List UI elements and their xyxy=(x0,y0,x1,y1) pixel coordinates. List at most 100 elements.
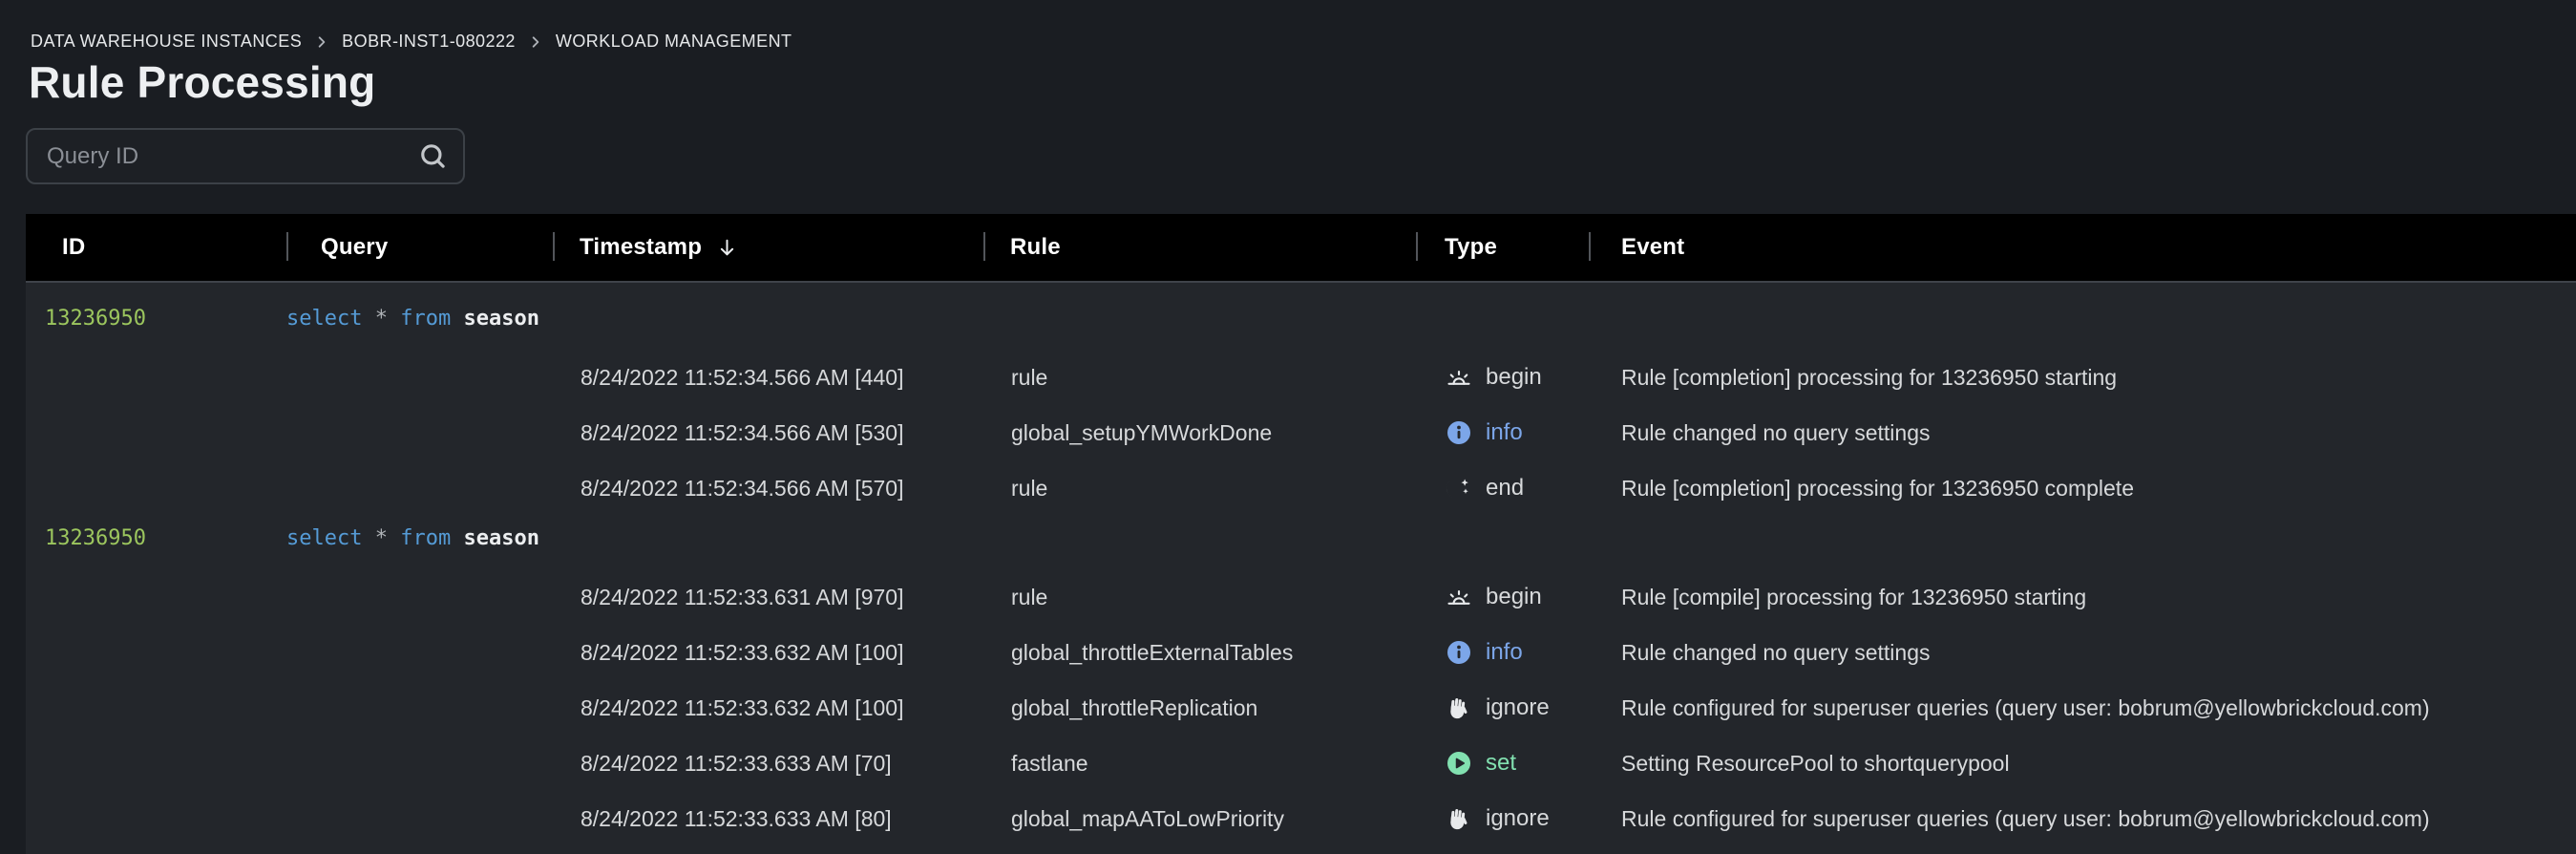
timestamp-text: 8/24/2022 11:52:33.631 AM [970] xyxy=(581,585,903,609)
event-row: 8/24/2022 11:52:34.566 AM [570] rule end… xyxy=(26,460,2576,516)
rule-text: rule xyxy=(1011,585,1047,609)
column-header-id[interactable]: ID xyxy=(26,214,286,281)
raised-hand-icon xyxy=(1445,694,1473,722)
query-id-link[interactable]: 13236950 xyxy=(45,526,146,550)
event-type: end xyxy=(1416,474,1589,502)
sql-token: select xyxy=(286,526,362,550)
timestamp-text: 8/24/2022 11:52:33.632 AM [100] xyxy=(581,695,903,720)
event-row: 8/24/2022 11:52:33.633 AM [70] fastlane … xyxy=(26,736,2576,791)
breadcrumb-item[interactable]: WORKLOAD MANAGEMENT xyxy=(556,32,792,52)
timestamp-text: 8/24/2022 11:52:34.566 AM [570] xyxy=(581,476,903,501)
event-row: 8/24/2022 11:52:33.631 AM [970] rule beg… xyxy=(26,569,2576,625)
rule-processing-table: ID Query Timestamp Rule Type Event 13236… xyxy=(26,214,2576,854)
event-row: 8/24/2022 11:52:33.633 AM [80] global_ma… xyxy=(26,791,2576,846)
sunrise-icon xyxy=(1445,363,1473,392)
play-circle-icon xyxy=(1445,749,1473,778)
event-message: Rule [completion] processing for 1323695… xyxy=(1589,365,2576,391)
event-rule: global_setupYMWorkDone xyxy=(983,420,1416,446)
column-header-query[interactable]: Query xyxy=(286,214,553,281)
event-row: 8/24/2022 11:52:34.566 AM [530] global_s… xyxy=(26,405,2576,460)
event-list: 8/24/2022 11:52:34.566 AM [440] rule beg… xyxy=(26,350,2576,516)
chevron-right-icon xyxy=(314,34,329,50)
event-text: Rule configured for superuser queries (q… xyxy=(1621,695,2430,720)
event-text: Rule configured for superuser queries (q… xyxy=(1621,806,2430,831)
event-message: Rule configured for superuser queries (q… xyxy=(1589,695,2576,721)
event-row: 8/24/2022 11:52:34.566 AM [440] rule beg… xyxy=(26,350,2576,405)
column-label: Timestamp xyxy=(580,234,702,261)
event-timestamp: 8/24/2022 11:52:34.566 AM [530] xyxy=(553,420,983,446)
event-rule: global_throttleExternalTables xyxy=(983,640,1416,666)
sql-token: select xyxy=(286,307,362,331)
search-input[interactable] xyxy=(28,143,410,170)
info-circle-icon xyxy=(1445,418,1473,447)
event-timestamp: 8/24/2022 11:52:33.632 AM [100] xyxy=(553,695,983,721)
event-rule: global_throttleReplication xyxy=(983,695,1416,721)
event-rule: global_mapAAToLowPriority xyxy=(983,806,1416,832)
search-icon[interactable] xyxy=(417,140,449,172)
sql-token: from xyxy=(388,307,451,331)
query-id-cell: 13236950 xyxy=(26,526,286,550)
event-text: Rule changed no query settings xyxy=(1621,420,1931,445)
event-type: begin xyxy=(1416,583,1589,611)
event-type: info xyxy=(1416,418,1589,447)
column-header-event[interactable]: Event xyxy=(1589,214,2576,281)
event-message: Rule [compile] processing for 13236950 s… xyxy=(1589,585,2576,610)
column-header-type[interactable]: Type xyxy=(1416,214,1589,281)
sql-token: season xyxy=(451,307,539,331)
query-group: 13236950 select * from season 8/24/2022 … xyxy=(26,516,2576,846)
type-label: end xyxy=(1486,475,1524,502)
timestamp-text: 8/24/2022 11:52:34.566 AM [440] xyxy=(581,365,903,390)
breadcrumb-item[interactable]: BOBR-INST1-080222 xyxy=(342,32,516,52)
sunrise-icon xyxy=(1445,583,1473,611)
type-label: begin xyxy=(1486,584,1542,610)
sql-token: * xyxy=(362,526,388,550)
search-box xyxy=(26,128,465,184)
query-sql-cell: select * from season xyxy=(286,307,553,331)
column-label: Event xyxy=(1621,234,1684,261)
query-id-link[interactable]: 13236950 xyxy=(45,307,146,331)
event-timestamp: 8/24/2022 11:52:33.632 AM [100] xyxy=(553,640,983,666)
breadcrumb: DATA WAREHOUSE INSTANCES BOBR-INST1-08022… xyxy=(31,32,792,52)
breadcrumb-item[interactable]: DATA WAREHOUSE INSTANCES xyxy=(31,32,302,52)
event-message: Rule [completion] processing for 1323695… xyxy=(1589,476,2576,502)
timestamp-text: 8/24/2022 11:52:34.566 AM [530] xyxy=(581,420,903,445)
event-row: 8/24/2022 11:52:33.632 AM [100] global_t… xyxy=(26,680,2576,736)
type-label: info xyxy=(1486,419,1523,446)
event-text: Rule [compile] processing for 13236950 s… xyxy=(1621,585,2086,609)
event-text: Rule [completion] processing for 1323695… xyxy=(1621,365,2117,390)
rule-text: global_mapAAToLowPriority xyxy=(1011,806,1284,831)
column-label: Type xyxy=(1445,234,1497,261)
event-type: ignore xyxy=(1416,694,1589,722)
event-timestamp: 8/24/2022 11:52:34.566 AM [570] xyxy=(553,476,983,502)
type-label: ignore xyxy=(1486,694,1550,721)
event-message: Rule changed no query settings xyxy=(1589,420,2576,446)
sql-text: select * from season xyxy=(286,307,539,331)
column-label: Query xyxy=(321,234,388,261)
event-timestamp: 8/24/2022 11:52:34.566 AM [440] xyxy=(553,365,983,391)
event-rule: rule xyxy=(983,365,1416,391)
sort-arrow-down-icon[interactable] xyxy=(715,236,739,260)
column-header-timestamp[interactable]: Timestamp xyxy=(553,214,983,281)
info-circle-icon xyxy=(1445,638,1473,667)
event-rule: rule xyxy=(983,585,1416,610)
type-label: ignore xyxy=(1486,805,1550,832)
query-id-cell: 13236950 xyxy=(26,307,286,331)
rule-text: global_throttleExternalTables xyxy=(1011,640,1293,665)
column-label: ID xyxy=(62,234,85,261)
event-message: Rule configured for superuser queries (q… xyxy=(1589,806,2576,832)
rule-text: fastlane xyxy=(1011,751,1088,776)
sql-token: from xyxy=(388,526,451,550)
query-sql-cell: select * from season xyxy=(286,526,553,550)
page-title: Rule Processing xyxy=(29,56,375,108)
column-header-rule[interactable]: Rule xyxy=(983,214,1416,281)
event-type: ignore xyxy=(1416,804,1589,833)
event-message: Rule changed no query settings xyxy=(1589,640,2576,666)
event-rule: rule xyxy=(983,476,1416,502)
moon-stars-icon xyxy=(1445,474,1473,502)
event-timestamp: 8/24/2022 11:52:33.633 AM [80] xyxy=(553,806,983,832)
timestamp-text: 8/24/2022 11:52:33.633 AM [80] xyxy=(581,806,892,831)
table-header: ID Query Timestamp Rule Type Event xyxy=(26,214,2576,283)
table-body: 13236950 select * from season 8/24/2022 … xyxy=(26,283,2576,846)
event-timestamp: 8/24/2022 11:52:33.633 AM [70] xyxy=(553,751,983,777)
event-type: set xyxy=(1416,749,1589,778)
